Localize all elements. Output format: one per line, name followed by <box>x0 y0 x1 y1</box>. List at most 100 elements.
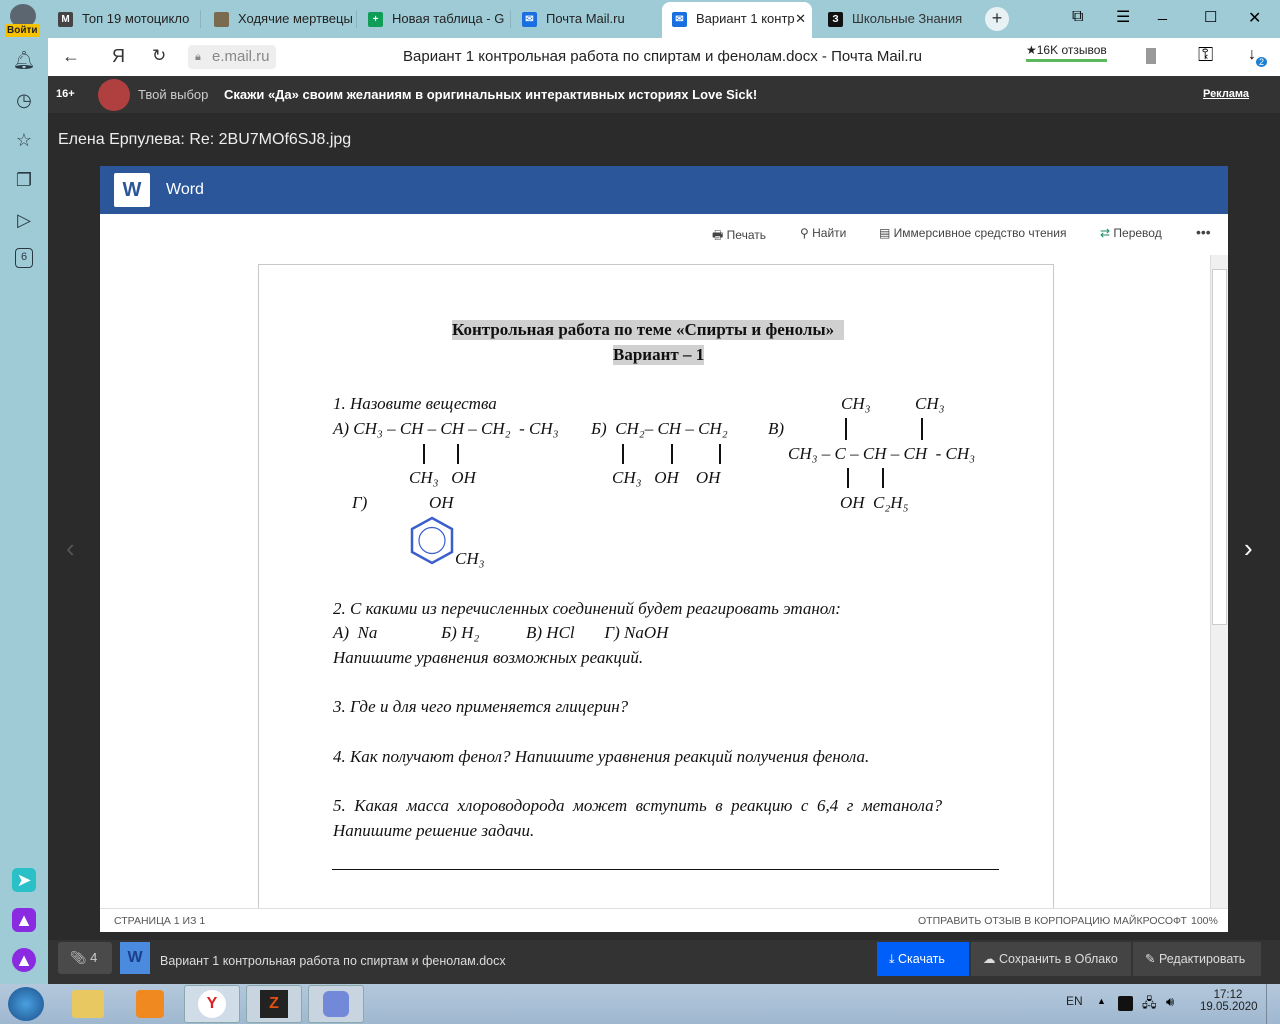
znanija-icon: З <box>828 12 843 27</box>
q1-heading: 1. Назовите вещества <box>333 394 497 413</box>
ad-link[interactable]: Реклама <box>1203 88 1249 100</box>
download-button[interactable]: ⤓ Скачать <box>877 942 969 976</box>
cloud-icon: ☁ <box>983 952 999 966</box>
q4-text: 4. Как получают фенол? Напишите уравнени… <box>333 747 870 766</box>
media-player-icon[interactable] <box>136 990 164 1018</box>
more-button[interactable]: ••• <box>1196 224 1211 240</box>
ad-text[interactable]: Скажи «Да» своим желаниям в оригинальных… <box>224 87 757 102</box>
tab-active-document[interactable]: ✉ Вариант 1 контр ✕ <box>662 2 812 38</box>
maximize-button[interactable]: ☐ <box>1204 8 1217 26</box>
volume-icon[interactable]: 🔊︎ <box>1166 994 1174 1010</box>
windows-taskbar: Y Z EN ▲ 🖧︎ 🔊︎ 17:12 19.05.2020 <box>0 984 1280 1024</box>
word-file-icon: W <box>120 942 150 974</box>
bookmark-icon[interactable] <box>1146 48 1156 64</box>
word-app-name: Word <box>166 181 204 198</box>
language-indicator[interactable]: EN <box>1066 994 1083 1008</box>
downloads-icon[interactable]: ↓ 2 <box>1248 46 1268 67</box>
q1-formula-v: CH₃ – C – CH – CH - CH₃ <box>788 444 976 463</box>
explorer-icon[interactable] <box>72 990 104 1018</box>
bell-icon[interactable]: 🔔︎ <box>12 48 36 72</box>
play-icon[interactable]: ▷ <box>12 208 36 232</box>
find-button[interactable]: ⚲ Найти <box>800 226 846 240</box>
alice-icon[interactable]: ▲ <box>12 948 36 972</box>
q1-formula-g-oh: OH <box>429 493 454 512</box>
tray-expand-icon[interactable]: ▲ <box>1097 996 1106 1006</box>
history-icon[interactable]: ◷ <box>12 88 36 112</box>
word-status-bar: СТРАНИЦА 1 ИЗ 1 ОТПРАВИТЬ ОТЗЫВ В КОРПОР… <box>100 908 1228 932</box>
tab-sheets[interactable]: + Новая таблица - G <box>358 4 508 34</box>
clock[interactable]: 17:12 19.05.2020 <box>1200 989 1258 1013</box>
print-button[interactable]: 🖶︎ Печать <box>712 226 766 247</box>
q1-formula-b-substituents: CH₃ OH OH <box>612 468 721 487</box>
badge-icon[interactable]: 6 <box>15 248 33 268</box>
address-bar: ← Я ↻ 🔒︎ e.mail.ru Вариант 1 контрольная … <box>48 38 1280 76</box>
page-title: Вариант 1 контрольная работа по спиртам … <box>403 48 922 65</box>
lock-icon: 🔒︎ <box>195 51 201 63</box>
passwords-icon[interactable]: ⚿ <box>1198 44 1213 67</box>
login-button[interactable]: Войти <box>5 24 40 37</box>
show-desktop-button[interactable] <box>1266 984 1280 1024</box>
tab-mail[interactable]: ✉ Почта Mail.ru <box>512 4 662 34</box>
translate-button[interactable]: ⇄ Перевод <box>1100 226 1162 240</box>
zoom-level[interactable]: 100% <box>1191 915 1218 927</box>
q2-note: Напишите уравнения возможных реакций. <box>333 648 644 667</box>
search-icon: ⚲ <box>800 226 813 240</box>
yandex-browser-taskbar-icon[interactable]: Y <box>184 985 240 1023</box>
q1-formula-a: А) CH₃ – CH – CH – CH₂ - CH₃ <box>333 419 559 438</box>
feedback-link[interactable]: ОТПРАВИТЬ ОТЗЫВ В КОРПОРАЦИЮ МАЙКРОСОФТ <box>918 915 1187 927</box>
ad-banner[interactable]: 16+ Твой выбор Скажи «Да» своим желаниям… <box>48 76 1280 113</box>
prev-arrow[interactable]: ‹ <box>66 533 75 564</box>
moto-icon: M <box>58 12 73 27</box>
q1-formula-b: Б) CH₂– CH – CH₂ <box>591 419 728 438</box>
close-window-button[interactable]: ✕ <box>1248 8 1261 28</box>
close-tab-icon[interactable]: ✕ <box>795 2 806 36</box>
tab-znanija[interactable]: З Школьные Знания <box>818 4 968 34</box>
minimize-button[interactable]: _ <box>1158 4 1167 22</box>
reload-icon[interactable]: ↻ <box>152 46 166 66</box>
q1-formula-v-top1: CH₃ <box>841 394 871 413</box>
new-tab-button[interactable]: + <box>985 7 1009 31</box>
q1-formula-v-substituents: OH C₂H₅ <box>840 493 909 512</box>
edit-button[interactable]: ✎ Редактировать <box>1133 942 1261 976</box>
attachment-bar: 📎︎ 4 W Вариант 1 контрольная работа по с… <box>48 940 1280 984</box>
collections-icon[interactable]: ❐ <box>12 168 36 192</box>
start-button[interactable] <box>8 987 44 1021</box>
translate-icon: ⇄ <box>1100 226 1114 240</box>
back-icon[interactable]: ← <box>62 46 80 67</box>
attachments-count-button[interactable]: 📎︎ 4 <box>58 942 112 974</box>
q1-formula-v-top2: CH₃ <box>915 394 945 413</box>
next-arrow[interactable]: › <box>1244 533 1253 564</box>
tab-moto[interactable]: M Топ 19 мотоцикло <box>48 4 198 34</box>
scrollbar[interactable] <box>1210 255 1228 908</box>
attachment-filename: Вариант 1 контрольная работа по спиртам … <box>160 954 506 968</box>
game-taskbar-icon[interactable]: Z <box>246 985 302 1023</box>
url-field[interactable]: 🔒︎ e.mail.ru <box>188 45 276 69</box>
mail-icon: ✉ <box>672 12 687 27</box>
tray-app-icon[interactable] <box>1118 996 1133 1011</box>
network-icon[interactable]: 🖧︎ <box>1142 994 1157 1016</box>
q2-options: А) Na Б) H₂ В) HCl Г) NaOH <box>333 623 669 642</box>
tab-walking-dead[interactable]: Ходячие мертвецы <box>204 4 354 34</box>
bookmarks-icon[interactable]: ⧉ <box>1072 8 1083 26</box>
menu-icon[interactable]: ☰ <box>1116 7 1130 27</box>
browser-sidebar: Войти 🔔︎ ◷ ☆ ❐ ▷ 6 ➤ ▲ ▲ <box>0 0 48 984</box>
star-icon[interactable]: ☆ <box>12 128 36 152</box>
page-indicator: СТРАНИЦА 1 ИЗ 1 <box>114 915 206 927</box>
q1-formula-g-ch3: CH₃ <box>455 549 485 568</box>
tab-bar: M Топ 19 мотоцикло Ходячие мертвецы + Нова… <box>48 0 1280 38</box>
immersive-reader-button[interactable]: ▤ Иммерсивное средство чтения <box>879 226 1066 240</box>
word-toolbar: 🖶︎ Печать ⚲ Найти ▤ Иммерсивное средство… <box>100 214 1228 255</box>
ad-source: Твой выбор <box>138 87 209 102</box>
messenger-icon[interactable]: ➤ <box>12 868 36 892</box>
mail-icon: ✉ <box>522 12 537 27</box>
sheets-icon: + <box>368 12 383 27</box>
download-icon: ⤓ <box>889 952 898 966</box>
alice-app-icon[interactable]: ▲ <box>12 908 36 932</box>
printer-icon: 🖶︎ <box>712 228 727 242</box>
save-to-cloud-button[interactable]: ☁ Сохранить в Облако <box>971 942 1131 976</box>
scrollbar-thumb[interactable] <box>1212 269 1227 625</box>
doc-variant: Вариант – 1 <box>613 345 705 365</box>
discord-taskbar-icon[interactable] <box>308 985 364 1023</box>
yandex-icon[interactable]: Я <box>112 46 125 67</box>
reviews-badge[interactable]: ★16K отзывов <box>1026 43 1107 62</box>
